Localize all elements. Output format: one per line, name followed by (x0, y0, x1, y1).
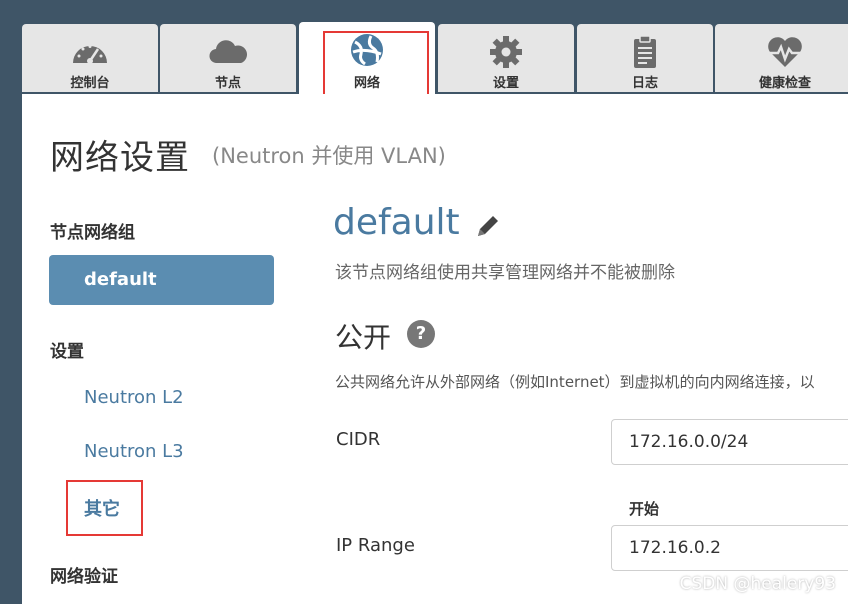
ip-range-label: IP Range (336, 535, 415, 556)
globe-network-icon (347, 32, 387, 68)
network-group-default-button[interactable]: default (49, 255, 274, 305)
tab-label: 网络 (353, 76, 380, 91)
sidebar-link-neutron-l2[interactable]: Neutron L2 (84, 387, 184, 408)
tab-nodes[interactable]: 节点 (160, 24, 296, 92)
cloud-icon (208, 34, 248, 70)
tab-logs[interactable]: 日志 (577, 24, 713, 92)
tab-health-check[interactable]: 健康检查 (715, 24, 848, 92)
main-content: 网络设置 (Neutron 并使用 VLAN) 节点网络组 default 设置… (22, 94, 848, 604)
sidebar-link-other[interactable]: 其它 (84, 495, 120, 521)
pencil-icon[interactable] (474, 212, 502, 240)
ip-range-start-input[interactable] (611, 525, 848, 571)
cidr-label: CIDR (336, 429, 381, 450)
node-network-group-heading: 节点网络组 (50, 223, 135, 243)
gear-icon (486, 34, 526, 70)
settings-heading: 设置 (50, 342, 84, 362)
dashboard-gauge-icon (70, 34, 110, 70)
watermark: CSDN @healery93 (679, 574, 836, 594)
network-group-name: default (333, 202, 460, 243)
public-section-description: 公共网络允许从外部网络（例如Internet）到虚拟机的向内网络连接，以 (335, 373, 815, 391)
tab-label: 设置 (492, 76, 519, 91)
network-group-description: 该节点网络组使用共享管理网络并不能被删除 (335, 263, 675, 283)
top-nav-bar: 控制台 节点 网络 设置 日志 健康检查 (0, 0, 848, 96)
tab-label: 日志 (631, 76, 658, 91)
tab-network[interactable]: 网络 (299, 22, 435, 96)
public-section-title: 公开 (335, 321, 392, 354)
cidr-input[interactable] (611, 419, 848, 465)
question-icon[interactable]: ? (407, 320, 435, 348)
tab-label: 控制台 (70, 76, 110, 91)
network-verification-heading[interactable]: 网络验证 (50, 562, 118, 587)
ip-range-start-header: 开始 (629, 500, 660, 518)
heart-pulse-icon (765, 34, 805, 70)
tab-label: 健康检查 (758, 76, 811, 91)
sidebar-link-neutron-l3[interactable]: Neutron L3 (84, 441, 184, 462)
tab-dashboard[interactable]: 控制台 (22, 24, 158, 92)
page-title: 网络设置 (50, 138, 190, 178)
tab-settings[interactable]: 设置 (438, 24, 574, 92)
page-subtitle: (Neutron 并使用 VLAN) (212, 144, 446, 168)
tab-label: 节点 (214, 76, 241, 91)
clipboard-log-icon (625, 34, 665, 70)
